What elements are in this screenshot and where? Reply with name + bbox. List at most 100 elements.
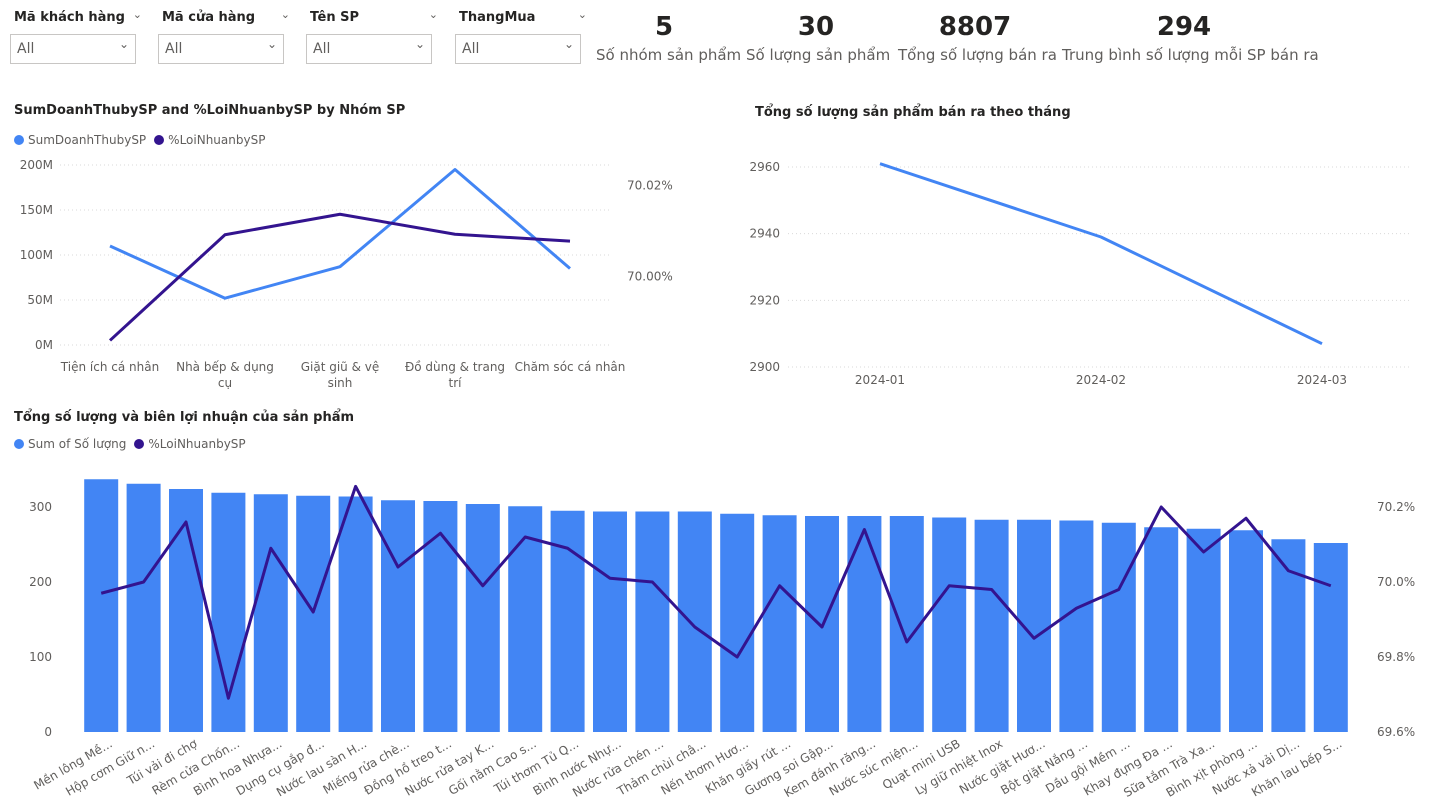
series-line-monthly: [879, 162, 1323, 346]
legend-label: %LoiNhuanbySP: [148, 437, 246, 451]
kpi-caption: Số lượng sản phẩm: [746, 46, 891, 64]
slicer-dropdown[interactable]: All ⌄: [158, 34, 284, 64]
chevron-down-icon[interactable]: ⌄: [429, 8, 438, 21]
chevron-down-icon[interactable]: ⌄: [578, 8, 587, 21]
chart-title-monthly: Tổng số lượng sản phẩm bán ra theo tháng: [755, 105, 1071, 120]
bar: [762, 515, 797, 732]
slicer-value: All: [165, 41, 183, 57]
kpi-caption: Số nhóm sản phẩm: [596, 46, 742, 64]
slicer-value: All: [462, 41, 480, 57]
y2-tick-label: 70.2%: [1377, 500, 1415, 514]
bar: [296, 495, 331, 732]
kpi-value: 8807: [938, 12, 1012, 42]
bar: [126, 483, 161, 732]
y2-tick-label: 69.8%: [1377, 650, 1415, 664]
bar: [1144, 527, 1179, 732]
series-line-margin: [108, 212, 571, 342]
legend-item[interactable]: SumDoanhThubySP: [14, 133, 146, 147]
kpi-trung-binh: 294 Trung bình số lượng mỗi SP bán ra: [1062, 10, 1319, 66]
x-tick-label: Chăm sóc cá nhân: [515, 360, 626, 374]
x-tick-label: Nhà bếp & dụng: [176, 360, 274, 374]
bar: [1271, 539, 1306, 732]
bar: [847, 516, 882, 732]
y-tick-label: 2900: [749, 360, 780, 374]
kpi-so-luong-san-pham: 30 Số lượng sản phẩm: [746, 10, 891, 66]
y-tick-label: 100: [29, 650, 52, 664]
y-tick-label: 150M: [20, 203, 53, 217]
x-tick-label: cụ: [218, 376, 232, 390]
legend-dot: [134, 439, 145, 449]
chevron-down-icon: ⌄: [414, 37, 425, 51]
slicer-dropdown[interactable]: All ⌄: [306, 34, 432, 64]
y2-tick-label: 70.00%: [627, 270, 673, 284]
x-tick-label: 2024-01: [855, 373, 905, 387]
bar: [423, 501, 458, 732]
bar: [932, 517, 967, 732]
slicer-label: ThangMua: [459, 10, 536, 25]
slicer-value: All: [313, 41, 331, 57]
x-tick-label: Giặt giũ & vệ: [301, 360, 380, 374]
x-tick-label: 2024-02: [1076, 373, 1126, 387]
kpi-caption: Tổng số lượng bán ra: [898, 46, 1057, 64]
bar: [1101, 522, 1136, 732]
slicer-label: Mã khách hàng: [14, 10, 125, 25]
slicer-dropdown[interactable]: All ⌄: [10, 34, 136, 64]
chevron-down-icon: ⌄: [118, 37, 129, 51]
x-tick-label: 2024-03: [1297, 373, 1347, 387]
legend-product: Sum of Số lượng %LoiNhuanbySP: [14, 437, 246, 451]
y-tick-label: 200: [29, 575, 52, 589]
legend-dot: [14, 135, 24, 145]
bar: [253, 494, 288, 732]
kpi-value: 5: [654, 12, 674, 42]
bar: [338, 496, 373, 732]
chevron-down-icon[interactable]: ⌄: [281, 8, 290, 21]
slicer-dropdown[interactable]: All ⌄: [455, 34, 581, 64]
kpi-so-nhom-san-pham: 5 Số nhóm sản phẩm: [596, 10, 742, 66]
legend-label: %LoiNhuanbySP: [168, 133, 266, 147]
kpi-caption: Trung bình số lượng mỗi SP bán ra: [1062, 46, 1319, 64]
bar: [381, 500, 415, 732]
legend-group: SumDoanhThubySP %LoiNhuanbySP: [14, 133, 265, 147]
y-tick-label: 2960: [749, 160, 780, 174]
y-tick-label: 100M: [20, 248, 53, 262]
bar: [1229, 530, 1263, 732]
chevron-down-icon: ⌄: [266, 37, 277, 51]
x-tick-label: sinh: [328, 376, 353, 390]
chart-title-product: Tổng số lượng và biên lợi nhuận của sản …: [14, 410, 355, 425]
y-tick-label: 2920: [749, 293, 780, 307]
slicer-label: Tên SP: [310, 10, 360, 25]
chart-group-svg: 0M 50M 100M 150M 200M 70.00% 70.02% Tiện ích cá…: [20, 158, 673, 390]
bar: [84, 479, 119, 732]
legend-label: Sum of Số lượng: [28, 437, 127, 451]
slicer-label: Mã cửa hàng: [162, 10, 256, 25]
legend-label: SumDoanhThubySP: [28, 133, 147, 147]
legend-item[interactable]: Sum of Số lượng: [14, 437, 126, 451]
bar: [635, 511, 670, 732]
y-tick-label: 200M: [20, 158, 53, 172]
y-tick-label: 0M: [35, 338, 53, 352]
bar: [1059, 520, 1094, 732]
legend-item[interactable]: %LoiNhuanbySP: [134, 437, 246, 451]
y-tick-label: 50M: [27, 293, 53, 307]
kpi-tong-so-luong: 8807 Tổng số lượng bán ra: [898, 10, 1057, 66]
y-tick-label: 2940: [749, 227, 780, 241]
y2-tick-label: 70.02%: [627, 179, 673, 193]
legend-item[interactable]: %LoiNhuanbySP: [154, 133, 265, 147]
kpi-value: 30: [797, 12, 835, 42]
chevron-down-icon: ⌄: [563, 37, 574, 51]
chart-monthly-svg: 2900 2920 2940 2960 2024-01 2024-02 2024-03: [749, 160, 1410, 387]
y2-tick-label: 70.0%: [1377, 575, 1415, 589]
slicer-value: All: [17, 41, 35, 57]
bar: [677, 511, 712, 732]
bar: [593, 511, 627, 732]
y-tick-label: 0: [44, 725, 52, 739]
y-tick-label: 300: [29, 500, 52, 514]
legend-dot: [154, 135, 165, 145]
chart-title-group: SumDoanhThubySP and %LoiNhuanbySP by Nhó…: [14, 103, 406, 118]
legend-dot: [14, 439, 24, 449]
bar: [974, 519, 1009, 732]
chevron-down-icon[interactable]: ⌄: [133, 8, 142, 21]
x-tick-label: Tiện ích cá nhân: [60, 360, 159, 374]
chart-product-svg: 010020030069.6%69.8%70.0%70.2%Mền lông M…: [29, 479, 1415, 800]
y2-tick-label: 69.6%: [1377, 725, 1415, 739]
